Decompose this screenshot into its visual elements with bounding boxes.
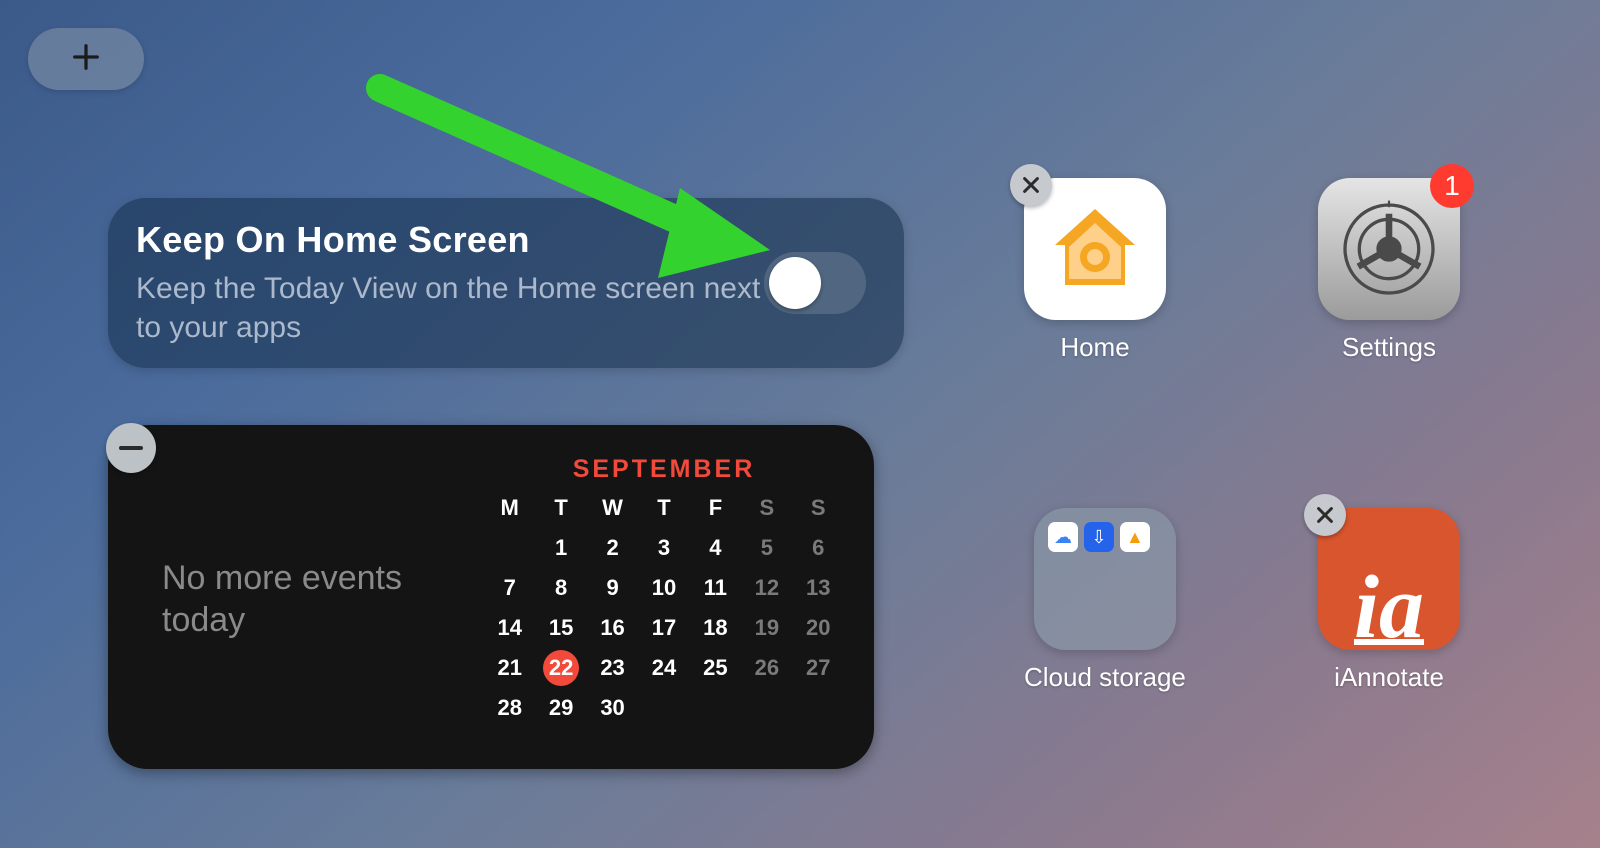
plus-icon <box>71 42 101 77</box>
calendar-day: 7 <box>484 572 535 604</box>
calendar-day: 19 <box>741 612 792 644</box>
delete-app-button[interactable] <box>1304 494 1346 536</box>
house-icon <box>1045 199 1145 299</box>
calendar-message: No more events today <box>162 557 462 642</box>
toggle-knob <box>769 257 821 309</box>
calendar-day: 14 <box>484 612 535 644</box>
calendar-day: 5 <box>741 532 792 564</box>
calendar-day: 2 <box>587 532 638 564</box>
calendar-day-header: W <box>587 492 638 524</box>
calendar-day: 11 <box>690 572 741 604</box>
app-settings[interactable]: 1 Settings <box>1318 178 1460 363</box>
settings-app-icon: 1 <box>1318 178 1460 320</box>
calendar-day: 23 <box>587 652 638 684</box>
calendar-day: 3 <box>638 532 689 564</box>
calendar-day-header: S <box>741 492 792 524</box>
calendar-day: 1 <box>535 532 586 564</box>
folder-icon: ☁ ⇩ ▲ <box>1034 508 1176 650</box>
calendar-day: 9 <box>587 572 638 604</box>
calendar-day-header: M <box>484 492 535 524</box>
app-label: Home <box>1060 332 1129 363</box>
ia-glyph: ia <box>1354 572 1424 644</box>
app-home[interactable]: Home <box>1024 178 1166 363</box>
calendar-day: 30 <box>587 692 638 724</box>
calendar-day: 29 <box>535 692 586 724</box>
calendar-widget[interactable]: No more events today SEPTEMBER MTWTFSS12… <box>108 425 874 769</box>
calendar-day-header: F <box>690 492 741 524</box>
app-label: Settings <box>1342 332 1436 363</box>
calendar-day: 10 <box>638 572 689 604</box>
calendar-day: 4 <box>690 532 741 564</box>
calendar-day: 8 <box>535 572 586 604</box>
keep-on-home-screen-card: Keep On Home Screen Keep the Today View … <box>108 198 904 368</box>
calendar-grid: MTWTFSS123456789101112131415161718192021… <box>484 492 844 724</box>
calendar-day-header: T <box>535 492 586 524</box>
keep-card-title: Keep On Home Screen <box>136 219 764 261</box>
calendar-day: 24 <box>638 652 689 684</box>
add-widget-button[interactable] <box>28 28 144 90</box>
calendar-day: 15 <box>535 612 586 644</box>
calendar-day: 20 <box>793 612 844 644</box>
calendar-day: 21 <box>484 652 535 684</box>
app-cloud-storage-folder[interactable]: ☁ ⇩ ▲ Cloud storage <box>1024 508 1186 693</box>
mini-app-icon: ☁ <box>1048 522 1078 552</box>
delete-app-button[interactable] <box>1010 164 1052 206</box>
minus-icon <box>119 446 143 450</box>
calendar-day: 6 <box>793 532 844 564</box>
calendar-day-header: T <box>638 492 689 524</box>
calendar-day: 17 <box>638 612 689 644</box>
calendar-day: 13 <box>793 572 844 604</box>
calendar-day: 27 <box>793 652 844 684</box>
home-app-icon <box>1024 178 1166 320</box>
calendar-day: 28 <box>484 692 535 724</box>
app-iannotate[interactable]: ia iAnnotate <box>1318 508 1460 693</box>
iannotate-app-icon: ia <box>1318 508 1460 650</box>
gear-icon <box>1334 194 1444 304</box>
calendar-day: 16 <box>587 612 638 644</box>
calendar-day: 25 <box>690 652 741 684</box>
keep-card-description: Keep the Today View on the Home screen n… <box>136 269 764 347</box>
app-label: iAnnotate <box>1334 662 1444 693</box>
remove-widget-button[interactable] <box>106 423 156 473</box>
calendar-day: 26 <box>741 652 792 684</box>
calendar-card: No more events today SEPTEMBER MTWTFSS12… <box>108 425 874 769</box>
calendar-month: SEPTEMBER <box>573 455 756 484</box>
mini-app-icon: ▲ <box>1120 522 1150 552</box>
calendar-day: 12 <box>741 572 792 604</box>
calendar-day-header: S <box>793 492 844 524</box>
notification-badge: 1 <box>1430 164 1474 208</box>
keep-on-home-toggle[interactable] <box>764 252 866 314</box>
calendar-day: 22 <box>543 650 579 686</box>
calendar-day: 18 <box>690 612 741 644</box>
mini-app-icon: ⇩ <box>1084 522 1114 552</box>
app-label: Cloud storage <box>1024 662 1186 693</box>
